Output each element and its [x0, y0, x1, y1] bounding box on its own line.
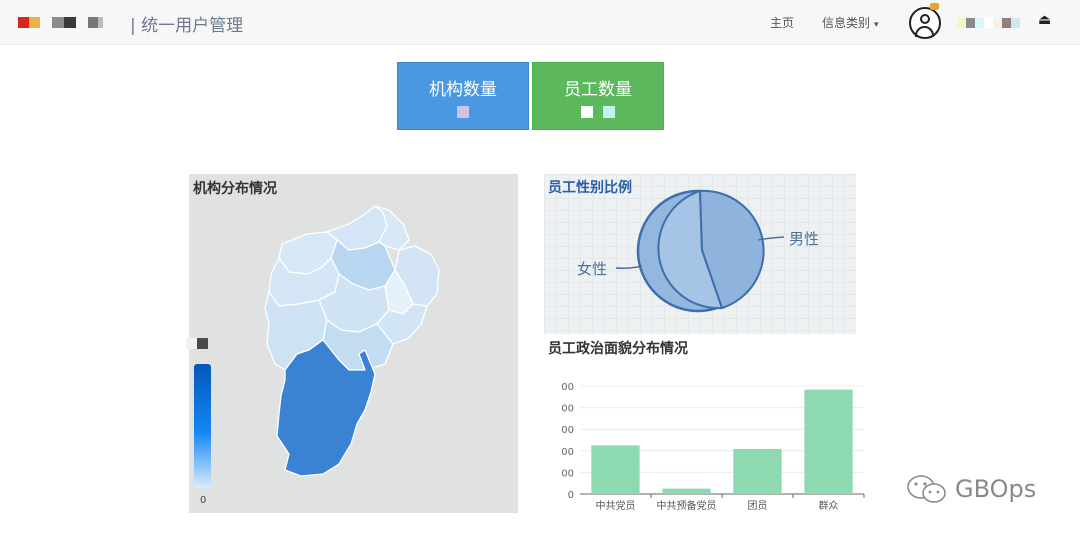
org-distribution-map-panel: 机构分布情况 0 [189, 174, 518, 513]
pie-label-female: 女性 [577, 260, 608, 278]
bar-0[interactable] [591, 445, 640, 494]
y-tick-label: 00 [561, 468, 574, 479]
org-count-value [398, 106, 528, 118]
bar-2[interactable] [733, 449, 782, 494]
x-tick-label: 中共预备党员 [657, 499, 717, 512]
bar-1[interactable] [662, 488, 711, 494]
politics-chart-title: 员工政治面貌分布情况 [548, 341, 688, 357]
org-count-card[interactable]: 机构数量 [397, 62, 529, 130]
nav-info-label: 信息类别 [822, 16, 871, 30]
x-tick-label: 中共党员 [596, 499, 636, 512]
bar-3[interactable] [804, 389, 853, 494]
map-legend-gradient [194, 364, 211, 488]
emp-count-title: 员工数量 [564, 80, 632, 100]
x-tick-label: 群众 [819, 499, 839, 512]
y-tick-label: 00 [561, 425, 574, 436]
watermark: GBOps [905, 473, 1036, 505]
crown-icon [930, 3, 939, 10]
user-avatar[interactable] [909, 3, 941, 39]
wechat-icon [907, 475, 946, 503]
pie-label-male: 男性 [789, 230, 820, 248]
province-map [264, 205, 440, 477]
x-tick-label: 团员 [748, 500, 768, 512]
emp-count-card[interactable]: 员工数量 [532, 62, 664, 130]
user-name[interactable] [957, 18, 1020, 28]
nav-home-link[interactable]: 主页 [770, 14, 794, 31]
gender-pie-chart [615, 189, 785, 313]
logout-icon[interactable]: ⏏ [1038, 12, 1051, 28]
y-tick-label: 00 [561, 382, 574, 393]
politics-bar-chart: 00000000000中共党员 中共预备党员 团员 群众 [561, 382, 865, 512]
y-tick-label: 0 [568, 490, 574, 501]
nav-info-dropdown[interactable]: 信息类别 ▾ [822, 14, 879, 31]
y-tick-label: 00 [561, 447, 574, 458]
map-legend-max [186, 338, 208, 349]
emp-count-value [533, 106, 663, 118]
app-title: | 统一用户管理 [130, 16, 244, 36]
y-tick-label: 00 [561, 404, 574, 415]
gender-ratio-panel: 员工性别比例 男性 女性 [544, 174, 856, 334]
top-navbar: | 统一用户管理 主页 信息类别 ▾ ⏏ [0, 0, 1080, 45]
map-legend-min: 0 [200, 495, 207, 506]
chevron-down-icon: ▾ [874, 20, 879, 30]
org-count-title: 机构数量 [429, 80, 497, 100]
watermark-text: GBOps [955, 475, 1037, 503]
app-logo[interactable] [18, 17, 103, 29]
